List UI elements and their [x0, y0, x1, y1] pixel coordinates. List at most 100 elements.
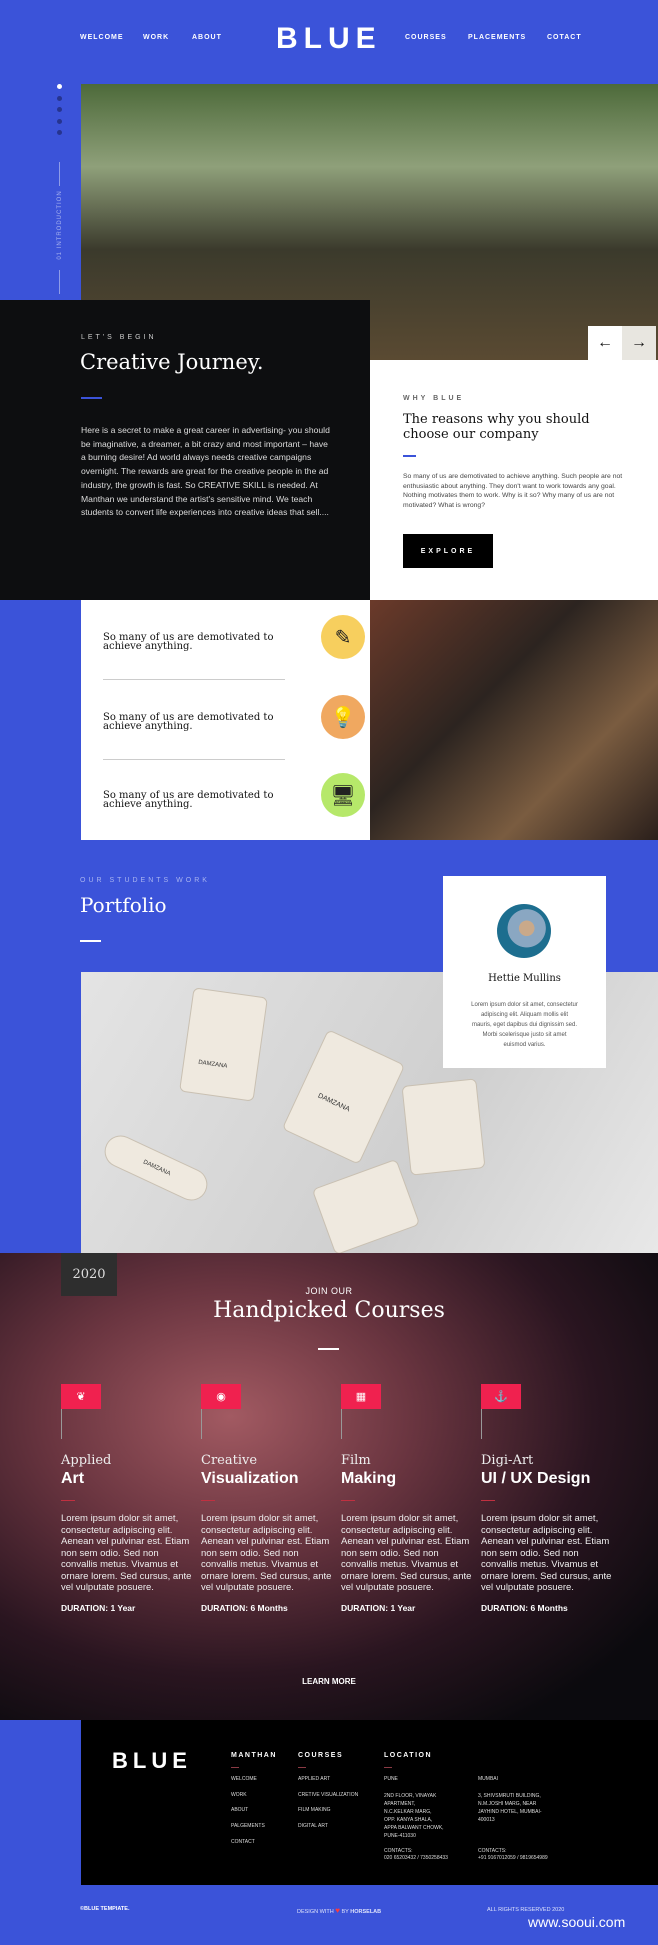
courses-eyebrow: JOIN OUR [305, 1286, 353, 1296]
accent-line [80, 940, 101, 942]
footer: BLUE MANTHAN WELCOME WORK ABOUT PALGEMEN… [81, 1720, 658, 1885]
course-title: UI / UX Design [481, 1470, 591, 1487]
course-duration: DURATION: 1 Year [341, 1602, 416, 1613]
accent-line [384, 1767, 392, 1768]
footer-logo: BLUE [112, 1748, 192, 1773]
logo[interactable]: BLUE [276, 22, 382, 56]
accent-line [81, 397, 102, 399]
nav-about[interactable]: ABOUT [192, 34, 222, 41]
course-duration: DURATION: 6 Months [201, 1602, 288, 1613]
section-label: 01 INTRODUCTION [57, 190, 63, 260]
feature-text: So many of us are demotivated to achieve… [103, 632, 274, 652]
arrow-right-icon: → [631, 334, 647, 351]
divider [103, 759, 285, 760]
footer-link[interactable]: WORK [231, 1792, 247, 1799]
nav-welcome[interactable]: WELCOME [80, 34, 124, 41]
contacts: +91 9167012059 / 9819654989 [478, 1855, 548, 1861]
feature-text: So many of us are demotivated to achieve… [103, 712, 274, 732]
anchor-icon: ⚓ [481, 1384, 521, 1409]
footer-link[interactable]: PALGEMENTS [231, 1823, 265, 1830]
course-subtitle: Film [341, 1453, 371, 1468]
accent-line [298, 1767, 306, 1768]
learn-more-link[interactable]: LEARN MORE [0, 1677, 658, 1686]
accent-line [403, 455, 416, 457]
nav-courses[interactable]: COURSES [405, 34, 447, 41]
nav-work[interactable]: WORK [143, 34, 169, 41]
slide-dot[interactable] [57, 107, 62, 112]
divider [59, 270, 60, 294]
next-button[interactable]: → [622, 326, 656, 360]
footer-link[interactable]: APPLIED ART [298, 1776, 330, 1783]
monitor-image-icon: 🖥 [321, 773, 365, 817]
flag-pole [201, 1409, 202, 1439]
flag-pole [61, 1409, 62, 1439]
pencil-cup-icon: ✎ [321, 615, 365, 659]
heart-icon: ♥ [335, 1906, 340, 1915]
course-card[interactable]: ◉ Creative Visualization Lorem ipsum dol… [201, 1384, 336, 1613]
footer-link[interactable]: WELCOME [231, 1776, 257, 1783]
address: 3, SHIVSMRUTI BUILDING, N.M.JOSHI MARG, … [478, 1793, 542, 1823]
credit-brand[interactable]: HORSELAB [350, 1909, 381, 1915]
footer-link[interactable]: DIGITAL ART [298, 1823, 328, 1830]
feature-item: So many of us are demotivated to achieve… [103, 763, 368, 823]
footer-heading: MANTHAN [231, 1752, 277, 1759]
intro-panel: LET'S BEGIN Creative Journey. Here is a … [0, 300, 370, 600]
prev-button[interactable]: ← [588, 326, 622, 360]
slide-dot[interactable] [57, 130, 62, 135]
course-card[interactable]: ❦ Applied Art Lorem ipsum dolor sit amet… [61, 1384, 196, 1613]
eye-icon: ◉ [201, 1384, 241, 1409]
lightbulb-icon: 💡 [321, 695, 365, 739]
footer-link[interactable]: CONTACT [231, 1839, 255, 1846]
accent-line [201, 1500, 215, 1501]
flag-pole [481, 1409, 482, 1439]
slide-dot[interactable] [57, 96, 62, 101]
address: 2ND FLOOR, VINAYAK APARTMENT, N.C.KELKAR… [384, 1793, 444, 1839]
nav-contact[interactable]: COTACT [547, 34, 582, 41]
flag-pole [341, 1409, 342, 1439]
why-eyebrow: WHY BLUE [403, 395, 465, 402]
arrow-left-icon: ← [597, 334, 613, 351]
course-subtitle: Digi-Art [481, 1453, 534, 1468]
portfolio-eyebrow: OUR STUDENTS WORK [80, 877, 210, 884]
student-card: Hettie Mullins Lorem ipsum dolor sit ame… [443, 876, 606, 1068]
bottle-image: DAMZANA [99, 1130, 213, 1206]
course-subtitle: Creative [201, 1453, 258, 1468]
course-title: Art [61, 1470, 85, 1487]
course-body: Lorem ipsum dolor sit amet, consectetur … [341, 1513, 472, 1593]
slide-dot[interactable] [57, 119, 62, 124]
slide-dot-active[interactable] [57, 84, 62, 89]
footer-link[interactable]: CRETIVE VISUALIZATION [298, 1792, 358, 1799]
why-panel: WHY BLUE The reasons why you should choo… [370, 360, 658, 600]
accent-line [341, 1500, 355, 1501]
intro-body: Here is a secret to make a great career … [81, 425, 330, 518]
portfolio-title: Portfolio [80, 893, 167, 917]
divider [103, 679, 285, 680]
bottle-image [401, 1078, 486, 1176]
students-photo [370, 600, 658, 840]
feather-icon: ❦ [61, 1384, 101, 1409]
course-card[interactable]: ▦ Film Making Lorem ipsum dolor sit amet… [341, 1384, 476, 1613]
bottle-image [311, 1158, 421, 1256]
footer-link[interactable]: ABOUT [231, 1807, 248, 1814]
copyright: ©BLUE TEMPIATE. [80, 1906, 130, 1912]
footer-link[interactable]: FILM MAKING [298, 1807, 331, 1814]
accent-line [481, 1500, 495, 1501]
footer-heading: COURSES [298, 1752, 344, 1759]
course-body: Lorem ipsum dolor sit amet, consectetur … [481, 1513, 612, 1593]
course-duration: DURATION: 6 Months [481, 1602, 568, 1613]
nav-placements[interactable]: PLACEMENTS [468, 34, 526, 41]
footer-heading: LOCATION [384, 1752, 433, 1759]
watermark: www.sooui.com [528, 1914, 626, 1930]
city-name: MUMBAI [478, 1776, 498, 1782]
feature-text: So many of us are demotivated to achieve… [103, 790, 274, 810]
course-title: Making [341, 1470, 397, 1487]
bottle-image: DAMZANA [281, 1029, 406, 1165]
intro-title: Creative Journey. [80, 350, 264, 374]
divider [59, 162, 60, 186]
course-card[interactable]: ⚓ Digi-Art UI / UX Design Lorem ipsum do… [481, 1384, 616, 1613]
explore-button[interactable]: EXPLORE [403, 534, 493, 568]
contacts: 020 65203432 / 7350258433 [384, 1855, 448, 1861]
student-name: Hettie Mullins [488, 973, 561, 984]
courses-title: Handpicked Courses [213, 1298, 445, 1323]
course-body: Lorem ipsum dolor sit amet, consectetur … [201, 1513, 332, 1593]
